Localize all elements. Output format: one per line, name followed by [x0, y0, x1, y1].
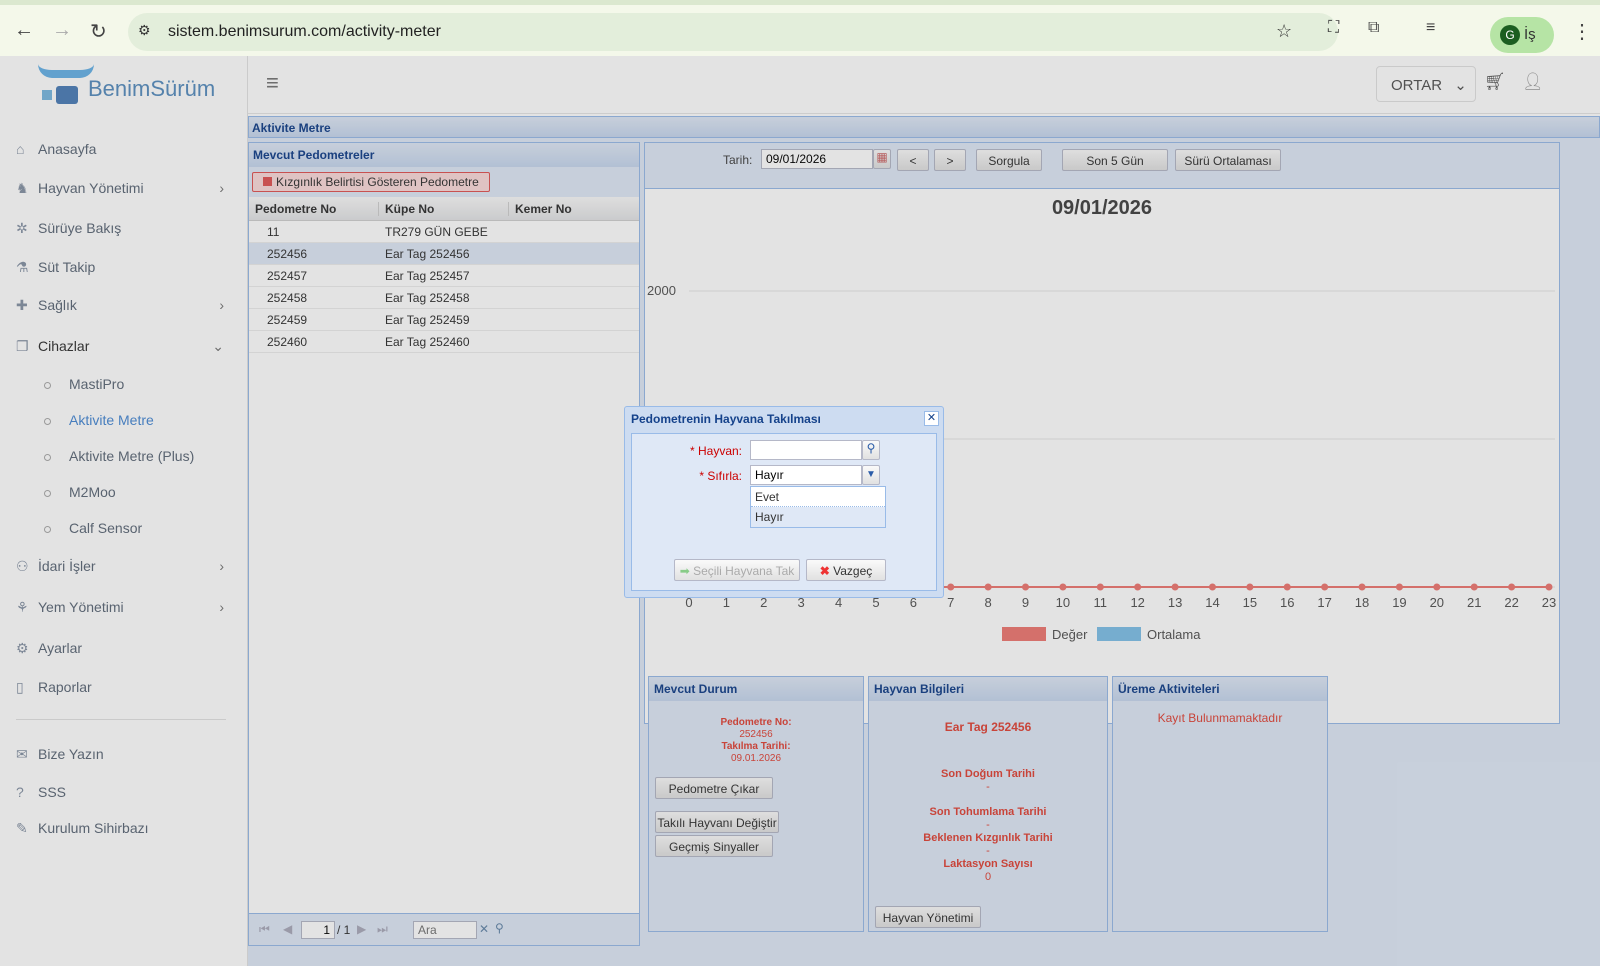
address-bar[interactable]: ⚙ sistem.benimsurum.com/activity-meter ☆	[128, 13, 1338, 51]
cross-icon: ✖	[819, 564, 830, 578]
animal-label: * Hayvan:	[689, 444, 742, 458]
profile-avatar: G	[1500, 25, 1520, 45]
back-icon[interactable]: ←	[14, 19, 34, 42]
animal-input[interactable]	[750, 440, 862, 460]
arrow-right-icon: ➡	[679, 564, 690, 578]
site-settings-icon[interactable]: ⚙	[138, 22, 151, 39]
attach-button[interactable]: ➡ Seçili Hayvana Tak	[674, 559, 800, 581]
reset-label: * Sıfırla:	[699, 469, 742, 483]
close-icon[interactable]: ✕	[924, 411, 939, 426]
chevron-down-icon[interactable]: ▼	[862, 465, 880, 485]
forward-icon[interactable]: →	[52, 19, 72, 42]
cancel-button[interactable]: ✖ Vazgeç	[806, 559, 886, 581]
media-icon[interactable]: ≡	[1426, 19, 1435, 37]
reset-dropdown: Evet Hayır	[750, 486, 886, 528]
screenshot-icon[interactable]: ⛶	[1328, 19, 1339, 37]
profile-button[interactable]: G İş	[1490, 17, 1554, 53]
option-hayir[interactable]: Hayır	[751, 507, 885, 527]
reset-select[interactable]: Hayır	[750, 465, 862, 485]
attach-pedometer-dialog: Pedometrenin Hayvana Takılması ✕ * Hayva…	[624, 406, 944, 598]
profile-label: İş	[1524, 26, 1536, 43]
url-text[interactable]: sistem.benimsurum.com/activity-meter	[168, 23, 441, 41]
menu-icon[interactable]: ⋮	[1572, 19, 1592, 44]
dialog-title: Pedometrenin Hayvana Takılması	[631, 412, 821, 426]
reload-icon[interactable]: ↻	[90, 19, 107, 44]
extensions-icon[interactable]: ⧉	[1368, 19, 1379, 37]
option-evet[interactable]: Evet	[751, 487, 885, 507]
bookmark-star-icon[interactable]: ☆	[1276, 21, 1292, 42]
browser-toolbar: ← → ↻ ⚙ sistem.benimsurum.com/activity-m…	[0, 0, 1600, 56]
search-icon[interactable]: ⚲	[862, 440, 880, 460]
